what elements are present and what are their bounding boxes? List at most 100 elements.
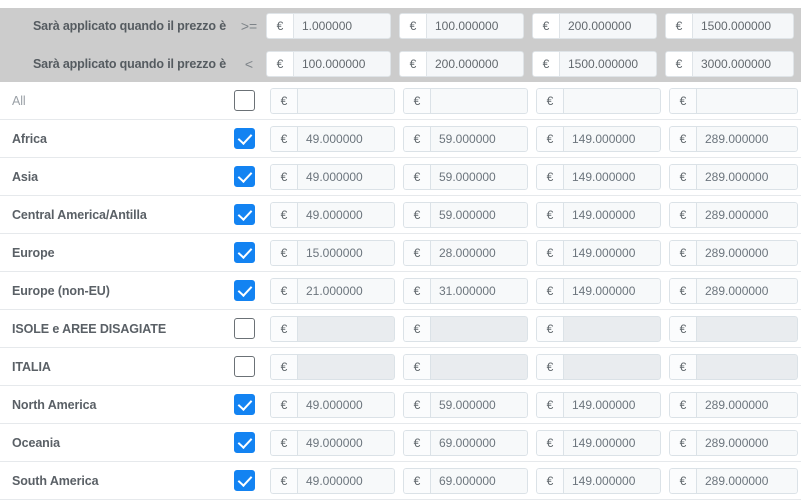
price-input-3-2[interactable]: 149.000000	[563, 201, 661, 228]
price-input-group-3-1: €59.000000	[403, 201, 528, 228]
checkbox-checked-icon[interactable]	[233, 394, 255, 415]
checkbox-checked-icon[interactable]	[233, 280, 255, 301]
price-input-0-3[interactable]	[696, 87, 798, 114]
currency-euro-icon: €	[536, 315, 563, 342]
price-input-header-1-0[interactable]: 100.000000	[293, 51, 391, 77]
checkbox-checked-icon[interactable]	[233, 470, 255, 491]
price-input-9-3[interactable]: 289.000000	[696, 429, 798, 456]
price-input-header-0-2[interactable]: 200.000000	[559, 13, 657, 39]
currency-euro-icon: €	[270, 239, 297, 266]
price-cell-0-2: €	[536, 87, 669, 114]
price-input-group-4-2: €149.000000	[536, 239, 661, 266]
price-input-0-0[interactable]	[297, 87, 395, 114]
price-input-8-0[interactable]: 49.000000	[297, 391, 395, 418]
price-input-header-1-1[interactable]: 200.000000	[426, 51, 524, 77]
price-input-group-header-0-0: €1.000000	[266, 13, 391, 39]
price-input-8-1[interactable]: 59.000000	[430, 391, 528, 418]
price-cell-2-0: €49.000000	[270, 163, 403, 190]
price-input-3-1[interactable]: 59.000000	[430, 201, 528, 228]
checkbox-checked-icon[interactable]	[233, 432, 255, 453]
price-input-5-0[interactable]: 21.000000	[297, 277, 395, 304]
price-input-7-1	[430, 353, 528, 380]
price-input-8-2[interactable]: 149.000000	[563, 391, 661, 418]
zone-enable-checkbox-cell	[222, 280, 266, 301]
price-input-group-header-1-1: €200.000000	[399, 51, 524, 77]
table-row: ISOLE e AREE DISAGIATE € € € €	[0, 310, 801, 348]
price-input-3-3[interactable]: 289.000000	[696, 201, 798, 228]
price-cell-5-2: €149.000000	[536, 277, 669, 304]
price-input-0-1[interactable]	[430, 87, 528, 114]
price-input-4-2[interactable]: 149.000000	[563, 239, 661, 266]
zone-name-label: Central America/Antilla	[12, 207, 147, 222]
price-input-group-1-0: €49.000000	[270, 125, 395, 152]
currency-euro-icon: €	[669, 391, 696, 418]
checkbox-unchecked-icon[interactable]	[233, 90, 255, 111]
price-cell-3-3: €289.000000	[669, 201, 798, 228]
price-input-2-2[interactable]: 149.000000	[563, 163, 661, 190]
price-input-header-0-3[interactable]: 1500.000000	[692, 13, 794, 39]
price-input-group-6-0: €	[270, 315, 395, 342]
price-input-5-1[interactable]: 31.000000	[430, 277, 528, 304]
price-cell-1-1: €59.000000	[403, 125, 536, 152]
price-input-header-0-0[interactable]: 1.000000	[293, 13, 391, 39]
price-input-3-0[interactable]: 49.000000	[297, 201, 395, 228]
currency-euro-icon: €	[536, 277, 563, 304]
currency-euro-icon: €	[403, 87, 430, 114]
price-input-1-2[interactable]: 149.000000	[563, 125, 661, 152]
price-cell-7-3: €	[669, 353, 798, 380]
zone-enable-checkbox-cell	[222, 242, 266, 263]
price-input-5-3[interactable]: 289.000000	[696, 277, 798, 304]
price-input-group-6-2: €	[536, 315, 661, 342]
price-input-4-1[interactable]: 28.000000	[430, 239, 528, 266]
price-input-9-0[interactable]: 49.000000	[297, 429, 395, 456]
price-input-4-0[interactable]: 15.000000	[297, 239, 395, 266]
price-input-2-1[interactable]: 59.000000	[430, 163, 528, 190]
price-input-group-7-3: €	[669, 353, 798, 380]
price-input-group-3-3: €289.000000	[669, 201, 798, 228]
checkbox-checked-icon[interactable]	[233, 242, 255, 263]
price-input-header-1-3[interactable]: 3000.000000	[692, 51, 794, 77]
table-row: Europe €15.000000 €28.000000 €149.000000 €28…	[0, 234, 801, 272]
checkbox-unchecked-icon[interactable]	[233, 318, 255, 339]
price-input-8-3[interactable]: 289.000000	[696, 391, 798, 418]
price-input-1-1[interactable]: 59.000000	[430, 125, 528, 152]
currency-euro-icon: €	[536, 239, 563, 266]
price-input-header-0-1[interactable]: 100.000000	[426, 13, 524, 39]
zone-name-label: ISOLE e AREE DISAGIATE	[12, 321, 167, 336]
price-cell-6-3: €	[669, 315, 798, 342]
price-input-group-0-2: €	[536, 87, 661, 114]
price-cell-2-1: €59.000000	[403, 163, 536, 190]
price-input-10-2[interactable]: 149.000000	[563, 467, 661, 494]
price-input-group-7-2: €	[536, 353, 661, 380]
price-input-2-0[interactable]: 49.000000	[297, 163, 395, 190]
currency-euro-icon: €	[403, 467, 430, 494]
currency-euro-icon: €	[669, 201, 696, 228]
price-input-1-3[interactable]: 289.000000	[696, 125, 798, 152]
price-input-9-2[interactable]: 149.000000	[563, 429, 661, 456]
price-cell-header-0-2: €200.000000	[532, 13, 665, 39]
zone-enable-checkbox-cell	[222, 166, 266, 187]
currency-euro-icon: €	[536, 353, 563, 380]
checkbox-unchecked-icon[interactable]	[233, 356, 255, 377]
price-cell-3-1: €59.000000	[403, 201, 536, 228]
price-input-10-3[interactable]: 289.000000	[696, 467, 798, 494]
price-input-10-0[interactable]: 49.000000	[297, 467, 395, 494]
price-input-0-2[interactable]	[563, 87, 661, 114]
currency-euro-icon: €	[403, 353, 430, 380]
price-input-5-2[interactable]: 149.000000	[563, 277, 661, 304]
price-input-header-1-2[interactable]: 1500.000000	[559, 51, 657, 77]
checkbox-checked-icon[interactable]	[233, 128, 255, 149]
currency-euro-icon: €	[403, 125, 430, 152]
price-input-group-header-1-3: €3000.000000	[665, 51, 794, 77]
currency-euro-icon: €	[665, 51, 692, 77]
price-input-10-1[interactable]: 69.000000	[430, 467, 528, 494]
price-input-9-1[interactable]: 69.000000	[430, 429, 528, 456]
checkbox-checked-icon[interactable]	[233, 204, 255, 225]
currency-euro-icon: €	[403, 391, 430, 418]
checkbox-checked-icon[interactable]	[233, 166, 255, 187]
currency-euro-icon: €	[669, 125, 696, 152]
price-input-2-3[interactable]: 289.000000	[696, 163, 798, 190]
zone-name-label: North America	[12, 397, 97, 412]
price-input-4-3[interactable]: 289.000000	[696, 239, 798, 266]
price-input-1-0[interactable]: 49.000000	[297, 125, 395, 152]
